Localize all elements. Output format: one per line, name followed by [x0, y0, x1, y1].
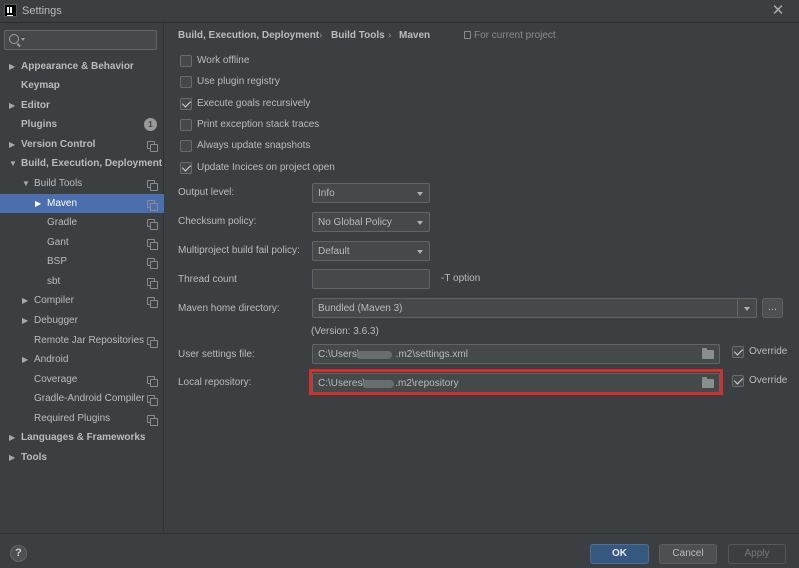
project-scope-icon — [147, 337, 158, 348]
project-scope-icon — [147, 180, 158, 191]
maven-home-browse-button[interactable]: ... — [762, 298, 783, 318]
sidebar-item-version-control[interactable]: ▶ Version Control — [0, 135, 164, 154]
sidebar-item-gradle[interactable]: Gradle — [0, 213, 164, 232]
thread-count-hint: -T option — [441, 273, 481, 284]
project-scope-icon — [147, 200, 158, 211]
output-level-label: Output level: — [178, 187, 235, 198]
breadcrumb-item: Build, Execution, Deployment — [178, 30, 320, 41]
window-title: Settings — [22, 5, 62, 17]
sidebar-item-build-tools[interactable]: ▼ Build Tools — [0, 174, 164, 193]
sidebar-item-remote-jar-repositories[interactable]: Remote Jar Repositories — [0, 331, 164, 350]
expand-arrow-icon[interactable]: ▶ — [35, 194, 41, 213]
collapse-arrow-icon[interactable]: ▼ — [22, 174, 30, 193]
chevron-down-icon — [417, 192, 423, 196]
sidebar-item-plugins[interactable]: Plugins 1 — [0, 115, 164, 134]
sidebar-item-compiler[interactable]: ▶ Compiler — [0, 291, 164, 310]
scope-indicator: For current project — [464, 30, 556, 41]
project-scope-icon — [147, 141, 158, 152]
sidebar-item-required-plugins[interactable]: Required Plugins — [0, 409, 164, 428]
sidebar-item-debugger[interactable]: ▶ Debugger — [0, 311, 164, 330]
user-settings-label: User settings file: — [178, 349, 255, 360]
settings-search[interactable] — [4, 30, 157, 50]
chevron-down-icon — [417, 250, 423, 254]
breadcrumb-separator: › — [319, 30, 323, 41]
sidebar-item-languages-frameworks[interactable]: ▶ Languages & Frameworks — [0, 428, 164, 447]
sidebar-item-build-execution-deployment[interactable]: ▼ Build, Execution, Deployment — [0, 154, 164, 173]
sidebar-item-gant[interactable]: Gant — [0, 233, 164, 252]
maven-home-label: Maven home directory: — [178, 303, 280, 314]
sidebar-item-sbt[interactable]: sbt — [0, 272, 164, 291]
plugins-update-badge: 1 — [144, 118, 157, 131]
maven-home-select[interactable]: Bundled (Maven 3) — [312, 298, 757, 318]
expand-arrow-icon[interactable]: ▶ — [22, 291, 28, 310]
expand-arrow-icon[interactable]: ▶ — [9, 135, 15, 154]
sidebar-item-appearance-behavior[interactable]: ▶ Appearance & Behavior — [0, 57, 164, 76]
sidebar-item-bsp[interactable]: BSP — [0, 252, 164, 271]
intellij-logo-icon — [4, 4, 17, 17]
local-repository-override-checkbox[interactable] — [732, 375, 744, 387]
project-scope-icon — [147, 297, 158, 308]
update-indices-checkbox[interactable] — [180, 162, 192, 174]
project-scope-icon — [147, 415, 158, 426]
chevron-down-icon — [744, 307, 750, 311]
chevron-down-icon — [417, 221, 423, 225]
project-scope-icon — [147, 239, 158, 250]
thread-count-input[interactable] — [312, 269, 430, 289]
project-scope-icon — [147, 395, 158, 406]
sidebar-item-android[interactable]: ▶ Android — [0, 350, 164, 369]
title-bar: Settings ✕ — [0, 0, 799, 23]
expand-arrow-icon[interactable]: ▶ — [9, 96, 15, 115]
output-level-select[interactable]: Info — [312, 183, 430, 203]
help-button[interactable]: ? — [10, 545, 27, 562]
breadcrumb-separator: › — [388, 30, 392, 41]
execute-goals-recursively-checkbox[interactable] — [180, 98, 192, 110]
dialog-footer: ? OK Cancel Apply — [0, 533, 799, 568]
project-scope-icon — [147, 278, 158, 289]
cancel-button[interactable]: Cancel — [659, 544, 717, 564]
project-scope-icon — [147, 258, 158, 269]
maven-version-note: (Version: 3.6.3) — [311, 326, 379, 337]
local-repository-label: Local repository: — [178, 377, 252, 388]
expand-arrow-icon[interactable]: ▶ — [22, 311, 28, 330]
multiproject-fail-policy-select[interactable]: Default — [312, 241, 430, 261]
settings-sidebar: ▶ Appearance & Behavior Keymap ▶ Editor … — [0, 23, 164, 533]
multiproject-fail-policy-label: Multiproject build fail policy: — [178, 245, 300, 256]
sidebar-item-coverage[interactable]: Coverage — [0, 370, 164, 389]
sidebar-item-tools[interactable]: ▶ Tools — [0, 448, 164, 467]
always-update-snapshots-checkbox[interactable] — [180, 140, 192, 152]
breadcrumb-item: Build Tools — [331, 30, 385, 41]
user-settings-override-checkbox[interactable] — [732, 346, 744, 358]
checksum-policy-select[interactable]: No Global Policy — [312, 212, 430, 232]
expand-arrow-icon[interactable]: ▶ — [9, 57, 15, 76]
collapse-arrow-icon[interactable]: ▼ — [9, 154, 17, 173]
checksum-policy-label: Checksum policy: — [178, 216, 257, 227]
user-settings-file-input[interactable]: C:\Users\ .m2\settings.xml — [312, 344, 720, 364]
search-input[interactable] — [27, 33, 153, 47]
expand-arrow-icon[interactable]: ▶ — [22, 350, 28, 369]
breadcrumb-item: Maven — [399, 30, 431, 41]
search-icon — [9, 34, 19, 44]
sidebar-item-gradle-android-compiler[interactable]: Gradle-Android Compiler — [0, 389, 164, 408]
print-exception-stack-traces-checkbox[interactable] — [180, 119, 192, 131]
ok-button[interactable]: OK — [590, 544, 649, 564]
use-plugin-registry-checkbox[interactable] — [180, 76, 192, 88]
sidebar-item-keymap[interactable]: Keymap — [0, 76, 164, 95]
expand-arrow-icon[interactable]: ▶ — [9, 428, 15, 447]
redacted-username — [356, 351, 392, 359]
expand-arrow-icon[interactable]: ▶ — [9, 448, 15, 467]
work-offline-checkbox[interactable] — [180, 55, 192, 67]
thread-count-label: Thread count — [178, 274, 237, 285]
project-scope-icon — [147, 376, 158, 387]
folder-icon[interactable] — [702, 348, 714, 359]
close-icon[interactable]: ✕ — [770, 3, 786, 19]
search-history-chevron-icon — [21, 38, 25, 41]
apply-button[interactable]: Apply — [728, 544, 786, 564]
project-scope-icon — [147, 219, 158, 230]
sidebar-item-maven[interactable]: ▶ Maven — [0, 194, 164, 213]
project-scope-icon — [464, 31, 471, 39]
maven-settings-panel: Build, Execution, Deployment › Build Too… — [165, 23, 799, 533]
sidebar-item-editor[interactable]: ▶ Editor — [0, 96, 164, 115]
local-repository-highlight — [309, 369, 723, 395]
